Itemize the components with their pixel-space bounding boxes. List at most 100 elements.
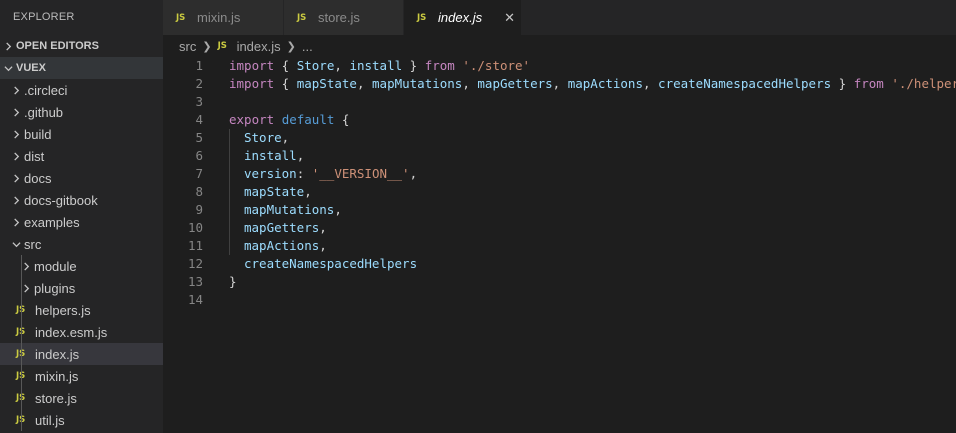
indent-guide: [21, 321, 22, 343]
line-content: mapActions,: [203, 237, 327, 255]
line-content: import { mapState, mapMutations, mapGett…: [203, 75, 956, 93]
chevron-right-icon: [2, 38, 14, 54]
editor-window: EXPLORER OPEN EDITORS VUEX .circleci .gi…: [0, 0, 956, 433]
tree-folder-examples[interactable]: examples: [0, 211, 163, 233]
tree-file-helpers-js[interactable]: JS helpers.js: [0, 299, 163, 321]
chevron-down-icon: [2, 60, 14, 76]
punct: ,: [304, 184, 312, 199]
js-file-icon: JS: [217, 41, 227, 51]
tab-store-js[interactable]: JS store.js: [284, 0, 404, 35]
code-line: 13 }: [163, 273, 956, 291]
line-number: 12: [187, 256, 203, 271]
string: '__VERSION__': [311, 166, 410, 181]
code-editor[interactable]: 1 import { Store, install } from './stor…: [163, 57, 956, 309]
tree-folder-module[interactable]: module: [0, 255, 163, 277]
js-file-icon: JS: [16, 371, 30, 381]
punct: ,: [296, 148, 305, 163]
line-content: mapState,: [203, 183, 312, 201]
line-number: 4: [195, 112, 203, 127]
punct: }: [831, 76, 854, 91]
explorer-title: EXPLORER: [13, 11, 75, 23]
explorer-sidebar: EXPLORER OPEN EDITORS VUEX .circleci .gi…: [0, 0, 163, 433]
code-line: 2 import { mapState, mapMutations, mapGe…: [163, 75, 956, 93]
tree-folder-docs-gitbook[interactable]: docs-gitbook: [0, 189, 163, 211]
tab-label: store.js: [318, 10, 360, 25]
tab-label: index.js: [438, 10, 483, 25]
tab-bar: JS mixin.js JS store.js JS index.js ✕: [163, 0, 956, 35]
breadcrumb-file[interactable]: index.js: [237, 39, 281, 54]
code-line: 7 version: '__VERSION__',: [163, 165, 956, 183]
punct: {: [334, 112, 350, 127]
chevron-right-icon: [10, 126, 22, 142]
line-number: 9: [195, 202, 203, 217]
tree-file-index-js[interactable]: JS index.js: [0, 343, 163, 365]
tab-index-js[interactable]: JS index.js ✕: [404, 0, 522, 35]
identifier: mapState: [244, 184, 305, 199]
project-section[interactable]: VUEX: [0, 57, 163, 79]
string: './store': [462, 58, 531, 73]
code-line: 9 mapMutations,: [163, 201, 956, 219]
breadcrumb-symbol[interactable]: ...: [302, 39, 313, 54]
tree-folder-build[interactable]: build: [0, 123, 163, 145]
line-content: export default {: [203, 111, 349, 129]
chevron-right-icon: ❯: [202, 40, 212, 53]
breadcrumb-folder[interactable]: src: [179, 39, 196, 54]
identifier: install: [244, 148, 297, 163]
tree-item-label: mixin.js: [35, 368, 79, 384]
tree-folder-src[interactable]: src: [0, 233, 163, 255]
punct: {: [274, 76, 297, 91]
keyword: import: [229, 58, 275, 73]
indent-guide: [21, 409, 22, 431]
line-number: 1: [195, 58, 203, 73]
punct: :: [296, 166, 312, 181]
tree-folder-dist[interactable]: dist: [0, 145, 163, 167]
punct: ,: [319, 238, 327, 253]
tree-item-label: build: [24, 126, 52, 142]
code-line: 4 export default {: [163, 111, 956, 129]
line-number: 8: [195, 184, 203, 199]
tree-file-mixin-js[interactable]: JS mixin.js: [0, 365, 163, 387]
code-line: 5 Store,: [163, 129, 956, 147]
chevron-right-icon: [10, 170, 22, 186]
tree-item-label: index.js: [35, 346, 80, 362]
tree-item-label: .circleci: [24, 82, 68, 98]
string: './helpers': [891, 76, 956, 91]
punct: ,: [281, 130, 290, 145]
punct: ,: [334, 202, 342, 217]
line-content: import { Store, install } from './store': [203, 57, 530, 75]
code-line: 6 install,: [163, 147, 956, 165]
open-editors-section[interactable]: OPEN EDITORS: [0, 35, 163, 57]
identifier: Store: [296, 58, 335, 73]
js-file-icon: JS: [16, 415, 30, 425]
identifier: createNamespacedHelpers: [658, 76, 832, 91]
line-number: 10: [187, 220, 203, 235]
keyword: export: [229, 112, 275, 127]
tree-folder-plugins[interactable]: plugins: [0, 277, 163, 299]
editor-area: JS mixin.js JS store.js JS index.js ✕ sr…: [163, 0, 956, 433]
line-content: [203, 93, 229, 111]
tree-folder-docs[interactable]: docs: [0, 167, 163, 189]
code-line: 14: [163, 291, 956, 309]
code-line: 11 mapActions,: [163, 237, 956, 255]
indent-guide: [21, 343, 22, 365]
chevron-right-icon: [10, 104, 22, 120]
close-icon[interactable]: ✕: [504, 10, 515, 26]
tree-folder-circleci[interactable]: .circleci: [0, 79, 163, 101]
line-content: createNamespacedHelpers: [203, 255, 417, 273]
tree-folder-github[interactable]: .github: [0, 101, 163, 123]
keyword: default: [281, 112, 335, 127]
tab-label: mixin.js: [197, 10, 241, 25]
indent-guide: [21, 387, 22, 409]
identifier: mapMutations: [372, 76, 463, 91]
tree-file-index-esm-js[interactable]: JS index.esm.js: [0, 321, 163, 343]
line-number: 5: [195, 130, 203, 145]
punct: ,: [356, 76, 373, 91]
tree-item-label: examples: [24, 214, 80, 230]
identifier: mapState: [296, 76, 357, 91]
punct: [274, 112, 282, 127]
tab-mixin-js[interactable]: JS mixin.js: [163, 0, 284, 35]
identifier: mapGetters: [477, 76, 553, 91]
identifier: mapActions: [567, 76, 643, 91]
tree-file-store-js[interactable]: JS store.js: [0, 387, 163, 409]
tree-file-util-js[interactable]: JS util.js: [0, 409, 163, 431]
